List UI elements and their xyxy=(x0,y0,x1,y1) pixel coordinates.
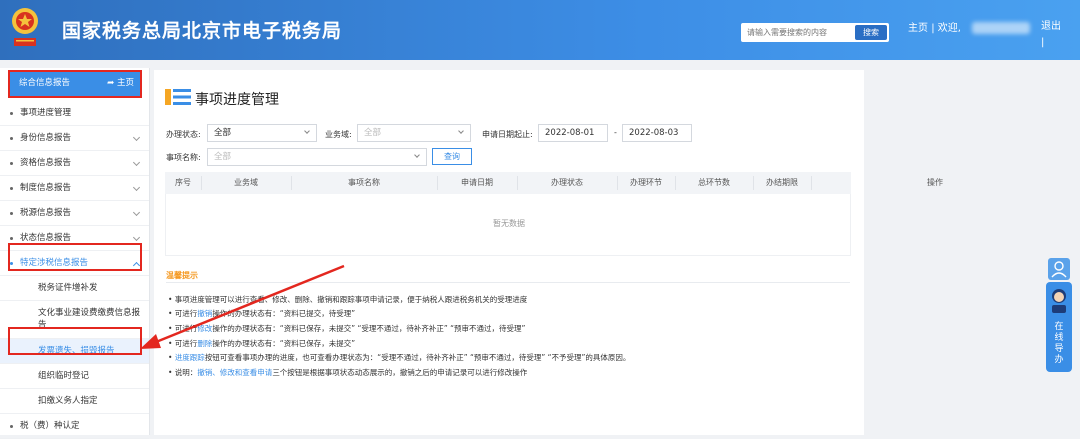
chevron-down-icon xyxy=(458,128,464,134)
user-float-icon[interactable] xyxy=(1048,258,1070,280)
sidebar-item-label: 资格信息报告 xyxy=(20,158,72,168)
date-label: 申请日期起止: xyxy=(482,130,533,139)
page-title: 事项进度管理 xyxy=(195,92,279,108)
col-header: 序号 xyxy=(175,178,191,187)
sidebar-item-label: 事项进度管理 xyxy=(20,108,72,118)
annotation-arrow-icon xyxy=(140,264,345,349)
tip-line: • 说明：撤销、修改和查看申请三个按钮是根据事项状态动态展示的，撤销之后的申请记… xyxy=(168,368,528,377)
col-header: 总环节数 xyxy=(698,178,730,187)
table-body: 暂无数据 xyxy=(165,194,851,256)
bullet-icon xyxy=(10,212,13,215)
sidebar-item-tax-type[interactable]: 税（费）种认定 xyxy=(0,414,149,439)
col-header: 办理状态 xyxy=(551,178,583,187)
online-guide-label: 在线导办 xyxy=(1054,322,1064,365)
sidebar-subitem-withholding-agent[interactable]: 扣缴义务人指定 xyxy=(0,389,149,414)
chevron-down-icon xyxy=(132,158,141,167)
chevron-down-icon xyxy=(132,183,141,192)
sidebar-item-label: 状态信息报告 xyxy=(20,233,72,243)
sidebar-item-tax-source[interactable]: 税源信息报告 xyxy=(0,201,149,226)
chevron-down-icon xyxy=(132,133,141,142)
sidebar-item-label: 扣缴义务人指定 xyxy=(38,396,98,406)
domain-value: 全部 xyxy=(364,128,382,138)
logout-separator: | xyxy=(1041,37,1045,48)
empty-text: 暂无数据 xyxy=(493,219,525,228)
col-header: 操作 xyxy=(927,178,943,187)
date-separator: - xyxy=(614,128,617,137)
status-value: 全部 xyxy=(214,128,232,138)
name-select[interactable]: 全部 xyxy=(207,148,427,166)
sidebar-item-label: 税源信息报告 xyxy=(20,208,72,218)
sidebar-item-identity[interactable]: 身份信息报告 xyxy=(0,126,149,151)
person-icon xyxy=(1051,261,1067,278)
list-icon xyxy=(165,89,191,105)
col-header: 办理环节 xyxy=(630,178,662,187)
welcome-text: | 欢迎, xyxy=(931,23,961,34)
bullet-icon xyxy=(10,237,13,240)
sidebar-item-label: 身份信息报告 xyxy=(20,133,72,143)
logout-area: 退出 | xyxy=(1041,19,1061,51)
highlight-box-head xyxy=(8,70,142,98)
sidebar-item-label: 组织临时登记 xyxy=(38,371,90,381)
domain-select[interactable]: 全部 xyxy=(357,124,471,142)
status-label: 办理状态: xyxy=(166,130,201,139)
search-button[interactable]: 搜索 xyxy=(855,25,887,40)
chevron-down-icon xyxy=(132,208,141,217)
online-guide-button[interactable]: 在线导办 xyxy=(1046,282,1072,372)
user-name-blurred xyxy=(972,22,1030,34)
bullet-icon xyxy=(10,425,13,428)
logout-link[interactable]: 退出 xyxy=(1041,19,1061,35)
sidebar-item-qualification[interactable]: 资格信息报告 xyxy=(0,151,149,176)
search-input[interactable] xyxy=(741,23,853,42)
col-header: 申请日期 xyxy=(461,178,493,187)
sidebar-item-system[interactable]: 制度信息报告 xyxy=(0,176,149,201)
sidebar-subitem-temp-registration[interactable]: 组织临时登记 xyxy=(0,364,149,389)
header-bar: 国家税务总局北京市电子税务局 搜索 主页 | 欢迎, 退出 | xyxy=(0,0,1080,60)
home-link[interactable]: 主页 xyxy=(908,23,928,34)
col-header: 事项名称 xyxy=(348,178,380,187)
date-to-input[interactable]: 2022-08-03 xyxy=(622,124,692,142)
chevron-down-icon xyxy=(414,152,420,158)
highlight-box-invoice xyxy=(8,327,142,355)
guide-avatar-icon xyxy=(1052,289,1066,313)
bullet-icon xyxy=(10,112,13,115)
sidebar-item-label: 税（费）种认定 xyxy=(20,421,80,431)
col-header: 业务域 xyxy=(234,178,258,187)
domain-label: 业务域: xyxy=(325,130,352,139)
chevron-down-icon xyxy=(132,233,141,242)
bullet-icon xyxy=(10,187,13,190)
tax-emblem-icon xyxy=(12,8,38,46)
sidebar-item-label: 制度信息报告 xyxy=(20,183,72,193)
chevron-down-icon xyxy=(304,128,310,134)
query-button[interactable]: 查询 xyxy=(432,148,472,165)
date-from-input[interactable]: 2022-08-01 xyxy=(538,124,608,142)
sidebar-subitem-certificate[interactable]: 税务证件增补发 xyxy=(0,276,149,301)
name-label: 事项名称: xyxy=(166,153,201,162)
sidebar-item-label: 税务证件增补发 xyxy=(38,283,98,293)
header-links: 主页 | 欢迎, xyxy=(908,19,961,34)
bullet-icon xyxy=(10,162,13,165)
site-title: 国家税务总局北京市电子税务局 xyxy=(62,20,343,42)
highlight-box-special xyxy=(8,243,142,271)
sidebar-item-progress[interactable]: 事项进度管理 xyxy=(0,101,149,126)
bullet-icon xyxy=(10,137,13,140)
table-header: 序号 业务域 事项名称 申请日期 办理状态 办理环节 总环节数 办结期限 操作 xyxy=(165,172,943,194)
name-value: 全部 xyxy=(214,152,232,162)
search-box: 搜索 xyxy=(741,23,889,42)
status-select[interactable]: 全部 xyxy=(207,124,317,142)
